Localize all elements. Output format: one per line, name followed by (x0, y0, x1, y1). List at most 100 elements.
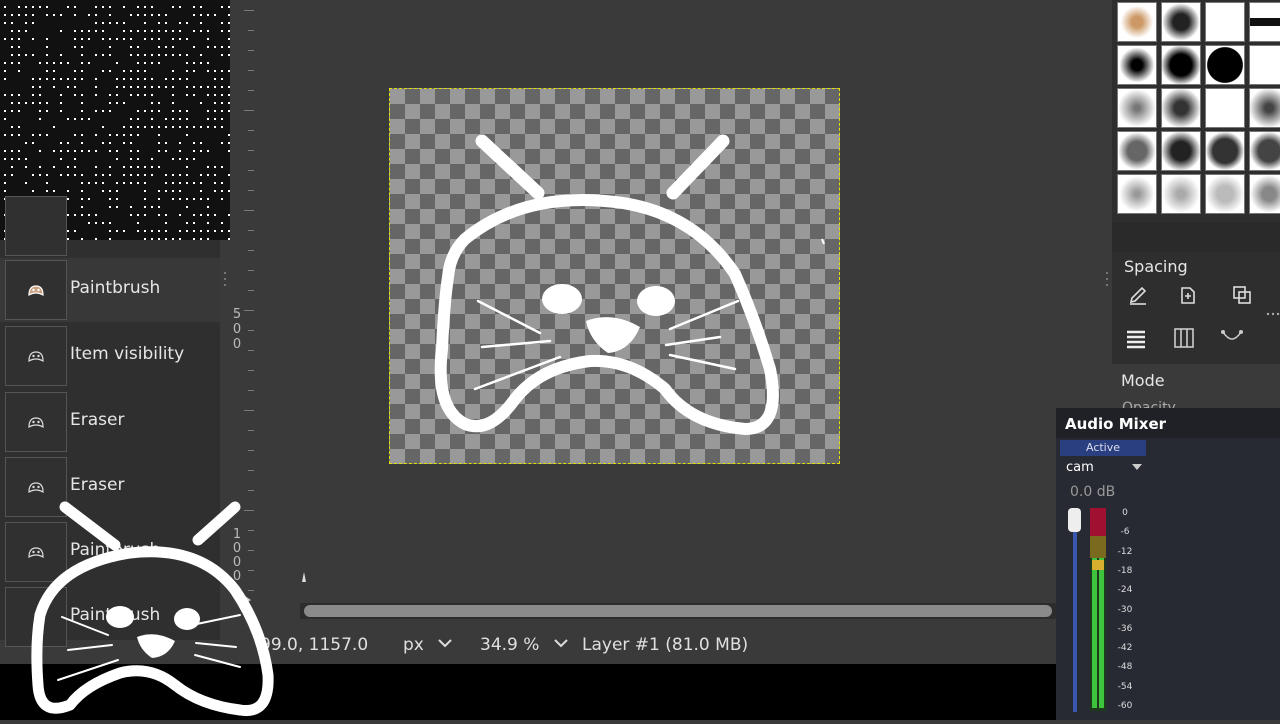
brushes-panel: Spacing Mode Opacity (1112, 0, 1280, 416)
layers-tab-icon[interactable] (1122, 324, 1150, 352)
brush-thumbnail[interactable] (1249, 2, 1280, 42)
meter-scale-label: -18 (1117, 565, 1133, 576)
right-dock-divider (1085, 0, 1105, 410)
brush-thumbnail[interactable] (1161, 45, 1201, 85)
brush-thumbnail[interactable] (1117, 45, 1157, 85)
ruler-tick (248, 190, 254, 191)
ruler-tick (248, 230, 254, 231)
brush-thumbnail[interactable] (1161, 2, 1201, 42)
brush-tag-filter[interactable] (1112, 222, 1280, 252)
edit-brush-icon[interactable] (1124, 281, 1152, 309)
brush-thumbnail[interactable] (1117, 174, 1157, 214)
layer-info: Layer #1 (81.0 MB) (582, 635, 749, 655)
history-item-1[interactable]: Paintbrush (0, 258, 220, 322)
ruler-label: 5 (232, 307, 242, 322)
ruler-tick (244, 110, 254, 111)
brush-thumbnail[interactable] (1161, 131, 1201, 171)
meter-scale-label: -30 (1117, 604, 1133, 615)
history-label: Eraser (70, 410, 125, 430)
duplicate-brush-icon[interactable] (1228, 281, 1256, 309)
ruler-tick (248, 30, 254, 31)
ruler-tick (248, 90, 254, 91)
unit-select[interactable]: px (403, 635, 424, 655)
paths-tab-icon[interactable] (1218, 324, 1246, 352)
brush-thumbnail[interactable] (1117, 88, 1157, 128)
more-options-icon[interactable] (1266, 300, 1280, 328)
ruler-tick (248, 470, 254, 471)
meter-red-zone (1090, 508, 1106, 536)
ruler-tick (248, 450, 254, 451)
zoom-level[interactable]: 34.9 % (480, 635, 539, 655)
meter-scale-label: 0 (1122, 508, 1128, 518)
ruler-tick (248, 130, 254, 131)
history-label: Item visibility (70, 344, 185, 364)
channels-tab-icon[interactable] (1170, 324, 1198, 352)
image-canvas[interactable] (389, 88, 840, 464)
mixer-title: Audio Mixer (1065, 415, 1167, 433)
history-thumbnail (5, 326, 67, 386)
cat-thumb-icon (28, 285, 44, 297)
chevron-down-icon[interactable] (436, 634, 454, 652)
brush-thumbnail[interactable] (1161, 88, 1201, 128)
history-thumbnail (5, 260, 67, 320)
ruler-tick (248, 490, 254, 491)
meter-scale-label: -12 (1117, 546, 1133, 557)
meter-left-bar (1092, 558, 1097, 708)
brush-thumbnail[interactable] (1249, 45, 1280, 85)
cat-drawing (434, 134, 825, 435)
meter-peak-zone (1092, 560, 1104, 570)
volume-fader-track[interactable] (1073, 512, 1077, 712)
new-brush-icon[interactable] (1174, 281, 1202, 309)
scrollbar-thumb[interactable] (304, 605, 1052, 617)
history-thumbnail (5, 196, 67, 256)
ruler-tick (248, 270, 254, 271)
chevron-down-icon[interactable] (552, 634, 570, 652)
panel-resize-handle[interactable] (222, 270, 228, 288)
meter-scale-label: -42 (1117, 643, 1133, 654)
brush-thumbnail[interactable] (1249, 131, 1280, 171)
level-meter (1090, 508, 1106, 711)
brush-thumbnail[interactable] (1205, 88, 1245, 128)
brush-thumbnail[interactable] (1161, 174, 1201, 214)
history-item-partial[interactable] (0, 194, 220, 258)
brush-thumbnail[interactable] (1205, 2, 1245, 42)
layer-mode-row: Mode Opacity (1112, 364, 1280, 416)
history-label: Eraser (70, 475, 125, 495)
history-label: Paintbrush (70, 278, 161, 298)
brush-thumbnail[interactable] (1249, 174, 1280, 214)
meter-scale-label: -6 (1120, 527, 1130, 538)
brush-thumbnail[interactable] (1205, 131, 1245, 171)
brush-thumbnail[interactable] (1205, 174, 1245, 214)
cat-overlay-drawing (31, 501, 274, 717)
history-thumbnail (5, 392, 67, 452)
ruler-label: 0 (232, 337, 242, 352)
history-item-2[interactable]: Item visibility (0, 324, 220, 388)
ruler-tick (248, 390, 254, 391)
volume-db: 0.0 dB (1070, 484, 1116, 500)
cat-thumb-icon (28, 482, 44, 494)
ruler-tick (244, 410, 254, 411)
panel-resize-handle[interactable] (1104, 270, 1110, 288)
brush-thumbnail[interactable] (1205, 45, 1245, 85)
ruler-tick (248, 430, 254, 431)
ruler-tick (248, 70, 254, 71)
brush-thumbnail[interactable] (1249, 88, 1280, 128)
meter-scale-label: -48 (1117, 662, 1133, 673)
meter-scale-label: -24 (1117, 585, 1133, 596)
cat-thumb-icon (28, 417, 44, 429)
ruler-tick (248, 50, 254, 51)
volume-fader-knob[interactable] (1068, 508, 1081, 532)
brush-thumbnail[interactable] (1117, 131, 1157, 171)
brush-thumbnail[interactable] (1117, 2, 1157, 42)
horizontal-scrollbar[interactable] (300, 603, 1056, 619)
ruler-tick (248, 350, 254, 351)
dropdown-arrow-icon[interactable] (1131, 462, 1143, 472)
ruler-tick (248, 250, 254, 251)
meter-right-bar (1099, 558, 1104, 708)
meter-scale-label: -36 (1117, 623, 1133, 634)
ruler-tick (248, 370, 254, 371)
history-item-3[interactable]: Eraser (0, 390, 220, 454)
active-tab[interactable]: Active (1060, 440, 1146, 456)
ruler-tick (248, 330, 254, 331)
ruler-tick (248, 150, 254, 151)
